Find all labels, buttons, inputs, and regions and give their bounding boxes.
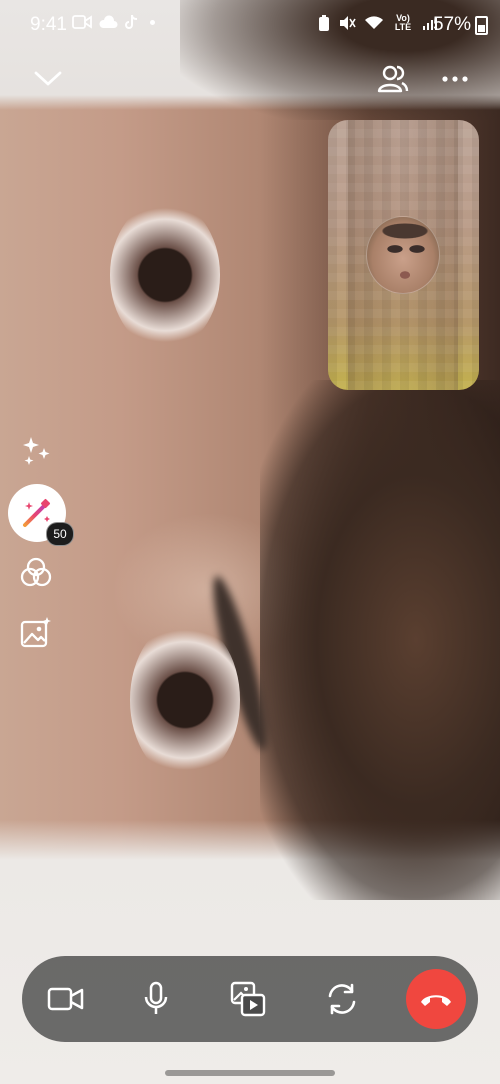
- flip-camera-button[interactable]: [312, 956, 372, 1042]
- call-controls-bar: [22, 956, 478, 1042]
- mute-icon: [340, 16, 356, 30]
- wifi-icon: [365, 16, 383, 29]
- pip-face: [366, 216, 440, 294]
- end-call-button[interactable]: [406, 969, 466, 1029]
- tiktok-icon: [125, 14, 138, 29]
- toggle-mic-button[interactable]: [126, 956, 186, 1042]
- cloud-icon: [99, 15, 118, 28]
- video-eye-bottom: [130, 620, 240, 780]
- chevron-down-icon[interactable]: [32, 64, 64, 92]
- self-view-pip[interactable]: [328, 120, 479, 390]
- filters-icon[interactable]: [19, 556, 53, 590]
- people-icon[interactable]: [376, 62, 410, 96]
- battery-saver-icon: [319, 15, 329, 31]
- flip-camera-icon: [328, 983, 356, 1015]
- microphone-icon: [144, 981, 168, 1014]
- status-time: 9:41: [30, 14, 67, 35]
- home-indicator[interactable]: [165, 1070, 335, 1076]
- notification-dot-icon: [150, 19, 155, 25]
- video-hair-side: [260, 380, 500, 900]
- status-left-icons: [72, 14, 155, 30]
- background-image-icon[interactable]: [19, 615, 53, 649]
- video-status-icon: [72, 15, 92, 29]
- share-media-icon: [230, 981, 266, 1017]
- battery-icon: [475, 15, 488, 35]
- end-call-icon: [421, 995, 451, 1006]
- network-label: Vo) LTE: [394, 13, 412, 32]
- battery-indicator: 57%: [433, 14, 488, 36]
- status-right-icons: Vo) LTE: [318, 14, 438, 32]
- effects-count-badge: 50: [46, 522, 74, 546]
- toggle-video-button[interactable]: [36, 956, 96, 1042]
- status-bar: 9:41 Vo) LTE 57%: [0, 0, 500, 52]
- share-media-button[interactable]: [218, 956, 278, 1042]
- video-camera-icon: [47, 987, 84, 1011]
- more-icon[interactable]: [438, 62, 472, 96]
- video-eye-top: [110, 200, 220, 350]
- sparkle-icon[interactable]: [20, 434, 54, 468]
- battery-text: 57%: [432, 14, 471, 35]
